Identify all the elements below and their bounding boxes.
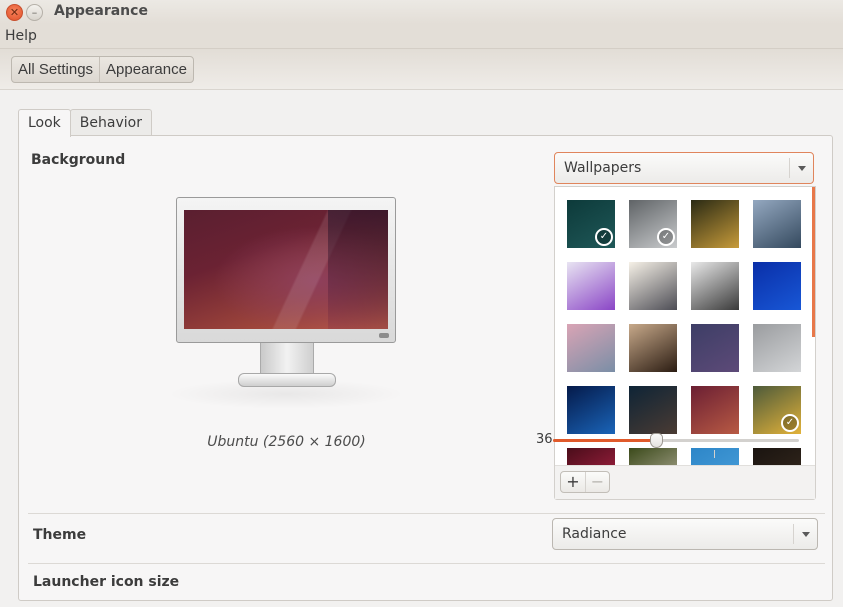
theme-select[interactable]: Radiance <box>552 518 818 550</box>
close-button[interactable]: ✕ <box>6 4 23 21</box>
wallpaper-thumbnail-plane-clouds[interactable] <box>753 324 801 372</box>
wallpaper-thumbnail-jellyfish[interactable] <box>753 262 801 310</box>
toolbar: All Settings Appearance <box>0 49 843 90</box>
divider <box>28 563 825 564</box>
theme-value: Radiance <box>562 526 627 542</box>
look-panel: Background Ubuntu (2560 × 1600) Wallpape… <box>18 135 833 601</box>
theme-label: Theme <box>33 527 87 543</box>
wallpaper-toolbar: + − <box>555 465 815 499</box>
slideshow-clock-icon: ✓ <box>657 228 675 246</box>
wallpaper-thumbnail-blue-sky-birds[interactable] <box>691 448 739 465</box>
monitor-frame <box>176 197 396 343</box>
power-button-icon <box>379 333 389 338</box>
wallpaper-thumbnail-blue-particles[interactable] <box>567 386 615 434</box>
minimize-icon: – <box>31 6 38 19</box>
divider <box>28 513 825 514</box>
slideshow-clock-icon: ✓ <box>595 228 613 246</box>
monitor-stand <box>260 343 314 375</box>
tab-look[interactable]: Look <box>18 109 71 137</box>
minimize-button[interactable]: – <box>26 4 43 21</box>
menu-help[interactable]: Help <box>5 28 37 44</box>
background-source-select[interactable]: Wallpapers <box>554 152 814 184</box>
monitor-base <box>238 373 336 387</box>
background-preview <box>166 197 406 409</box>
wallpaper-thumbnail-sea-shore[interactable] <box>753 200 801 248</box>
wallpaper-thumbnail-teal-dark[interactable]: ✓ <box>567 200 615 248</box>
background-source-value: Wallpapers <box>564 160 642 176</box>
wallpaper-thumbnail-green-dandelion[interactable] <box>629 448 677 465</box>
breadcrumb: All Settings Appearance <box>11 56 194 83</box>
wallpaper-chooser: ✓ ✓ ✓ + − <box>554 186 816 500</box>
wallpaper-thumbnail-grey-sky-plane[interactable]: ✓ <box>629 200 677 248</box>
wallpaper-thumbnail-night-road[interactable] <box>691 324 739 372</box>
wallpaper-thumbnail-red-bokeh[interactable] <box>567 448 615 465</box>
launcher-size-value: 36 <box>536 432 553 447</box>
breadcrumb-appearance[interactable]: Appearance <box>99 57 193 82</box>
wallpaper-thumbnail-ubuntu-default[interactable] <box>691 386 739 434</box>
wallpaper-thumbnail-pink-reflection[interactable] <box>567 324 615 372</box>
background-label: Background <box>31 152 126 168</box>
tab-bar: Look Behavior <box>18 109 152 137</box>
title-bar: ✕ – Appearance <box>0 0 843 24</box>
slider-handle[interactable] <box>649 433 663 448</box>
add-wallpaper-button[interactable]: + <box>561 472 585 492</box>
slideshow-clock-icon: ✓ <box>781 414 799 432</box>
chevron-down-icon <box>801 531 810 537</box>
wallpaper-thumbnail-mushrooms[interactable] <box>691 200 739 248</box>
wallpaper-thumbnail-grey-curve[interactable] <box>691 262 739 310</box>
remove-wallpaper-button[interactable]: − <box>585 472 609 492</box>
wallpaper-list[interactable]: ✓ ✓ ✓ <box>555 187 815 465</box>
wallpaper-thumbnail-tunnel[interactable] <box>629 324 677 372</box>
wallpaper-thumbnail-foggy-hills[interactable] <box>629 262 677 310</box>
wallpaper-thumbnail-dark-wood[interactable] <box>753 448 801 465</box>
slider-tick-mark <box>714 450 715 458</box>
wallpaper-caption: Ubuntu (2560 × 1600) <box>207 434 366 450</box>
slider-fill <box>553 439 656 442</box>
launcher-icon-size-label: Launcher icon size <box>33 574 180 590</box>
monitor-screen <box>184 210 388 329</box>
tab-behavior[interactable]: Behavior <box>69 109 152 136</box>
wallpaper-thumbnail-galaxy-hill[interactable] <box>629 386 677 434</box>
close-icon: ✕ <box>9 6 20 19</box>
breadcrumb-all-settings[interactable]: All Settings <box>12 57 99 82</box>
chevron-down-icon <box>797 165 806 171</box>
menu-bar: Help <box>0 24 843 49</box>
wallpaper-thumbnail-yellow-flower[interactable]: ✓ <box>753 386 801 434</box>
launcher-size-slider[interactable] <box>553 433 799 448</box>
wallpaper-thumbnail-purple-flowers[interactable] <box>567 262 615 310</box>
scrollbar[interactable] <box>812 187 815 337</box>
window-title: Appearance <box>54 3 148 19</box>
